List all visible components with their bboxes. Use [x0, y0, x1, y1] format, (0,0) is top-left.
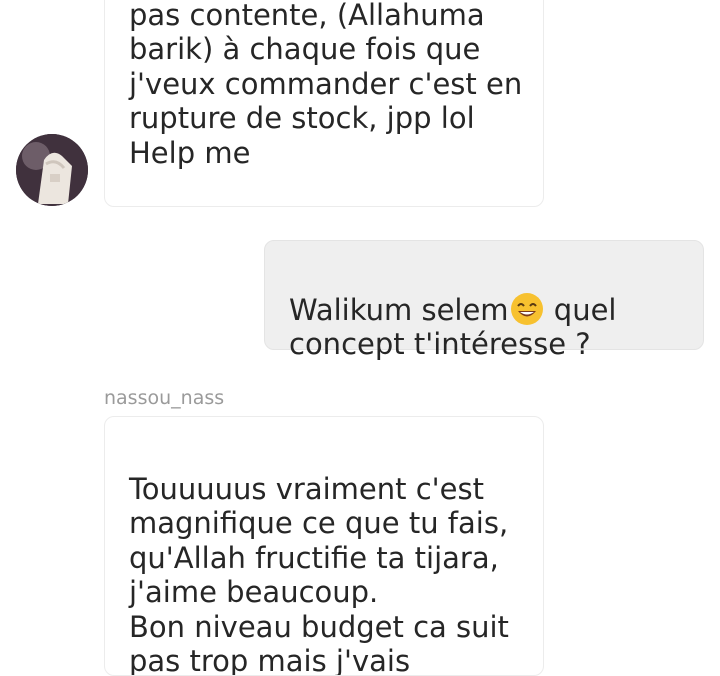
- incoming-message-bubble[interactable]: ...y pas contente, (Allahuma barik) à ch…: [104, 0, 544, 207]
- smiling-face-with-smiling-eyes-icon: [509, 292, 545, 326]
- avatar[interactable]: [16, 134, 88, 206]
- message-text: ...y pas contente, (Allahuma barik) à ch…: [129, 0, 522, 170]
- message-text-part1: Walikum selem: [289, 293, 509, 327]
- avatar-photo-icon: [16, 134, 88, 206]
- incoming-message-bubble[interactable]: Touuuuus vraiment c'est magnifique ce qu…: [104, 416, 544, 676]
- outgoing-message-bubble[interactable]: Walikum selem quel concept t'intéresse ?: [264, 240, 704, 350]
- sender-username[interactable]: nassou_nass: [104, 387, 224, 409]
- message-text: Touuuuus vraiment c'est magnifique ce qu…: [129, 472, 509, 676]
